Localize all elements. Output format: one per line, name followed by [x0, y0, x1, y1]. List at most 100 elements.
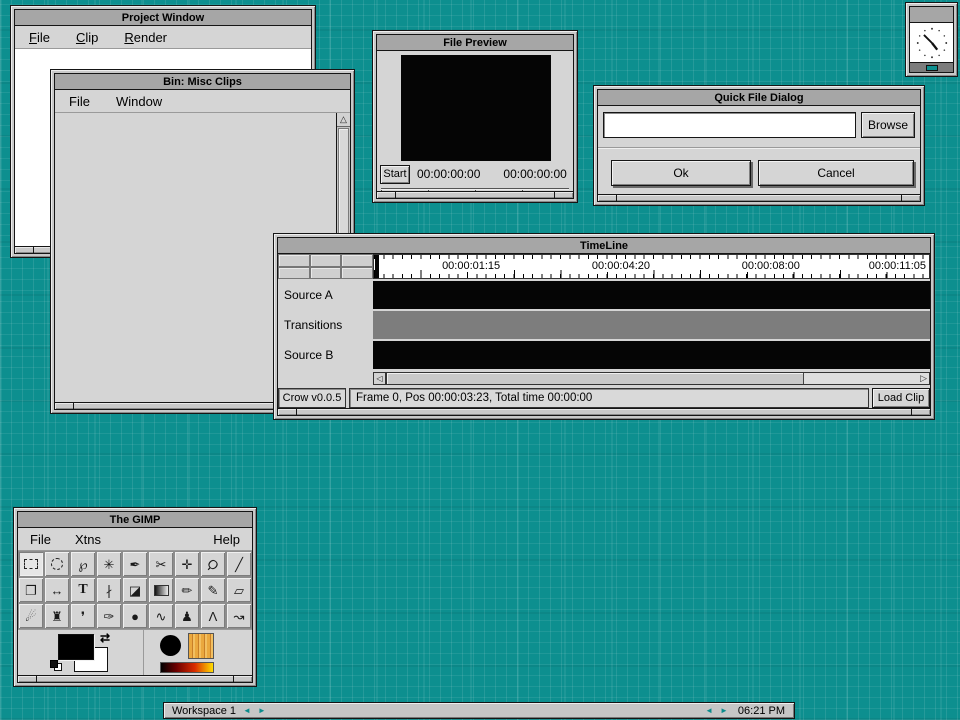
timeline-titlebar[interactable]: TimeLine: [277, 237, 931, 254]
airbrush-tool[interactable]: ☄: [18, 603, 44, 629]
workspace-next-icon[interactable]: ►: [258, 706, 266, 715]
quick-file-dialog-titlebar[interactable]: Quick File Dialog: [597, 89, 921, 106]
project-menu-clip[interactable]: Clip: [76, 30, 98, 45]
right-arrow-icon: ▷: [920, 373, 927, 384]
brush-preview[interactable]: [160, 635, 181, 656]
quick-file-dialog: Quick File Dialog Browse Ok Cancel: [593, 85, 925, 206]
foreground-color-swatch[interactable]: [58, 634, 94, 660]
flip-tool[interactable]: ↔: [44, 577, 70, 603]
bin-menu-window[interactable]: Window: [116, 94, 162, 109]
analog-clock-icon: [913, 24, 951, 62]
swap-colors-icon[interactable]: ⇄: [100, 631, 110, 645]
paintbrush-icon: ✎: [208, 584, 219, 597]
gimp-titlebar[interactable]: The GIMP: [17, 511, 253, 528]
bin-window-titlebar[interactable]: Bin: Misc Clips: [54, 73, 351, 90]
free-select-tool[interactable]: ℘: [70, 551, 96, 577]
track-source-a[interactable]: [373, 281, 930, 309]
browse-button[interactable]: Browse: [861, 112, 915, 138]
ellipse-select-tool[interactable]: [44, 551, 70, 577]
gimp-menubar: File Xtns Help: [18, 528, 252, 551]
start-button[interactable]: Start: [380, 165, 410, 184]
scissors-tool[interactable]: ✂: [148, 551, 174, 577]
transform-tool[interactable]: ❐: [18, 577, 44, 603]
track-transitions[interactable]: [373, 311, 930, 339]
file-preview-body: Start 00:00:00:00 00:00:00:00: [376, 51, 574, 192]
path-tool[interactable]: ↝: [226, 603, 252, 629]
blend-tool[interactable]: [148, 577, 174, 603]
measure-tool[interactable]: Λ: [200, 603, 226, 629]
pencil-tool[interactable]: ✏: [174, 577, 200, 603]
timeline-ruler[interactable]: 00:00:01:15 00:00:04:20 00:00:08:00 00:0…: [373, 254, 930, 279]
timeline-resize-bar[interactable]: [277, 409, 931, 416]
project-menu-file[interactable]: File: [29, 30, 50, 45]
file-preview-title: File Preview: [443, 37, 507, 49]
timeline-horizontal-scrollbar[interactable]: ◁ ▷: [373, 372, 930, 385]
up-arrow-icon: △: [340, 114, 347, 125]
dialog-separator: [598, 147, 920, 149]
clock-next-icon[interactable]: ►: [720, 706, 728, 715]
crop-tool[interactable]: ╱: [226, 551, 252, 577]
clock-widget: [905, 2, 958, 77]
project-window-titlebar[interactable]: Project Window: [14, 9, 312, 26]
text-tool[interactable]: T: [70, 577, 96, 603]
load-clip-button[interactable]: Load Clip: [872, 388, 930, 408]
playhead-marker[interactable]: [375, 255, 379, 278]
color-picker-tool[interactable]: ∤: [96, 577, 122, 603]
ruler-timecode: 00:00:08:00: [740, 260, 802, 272]
clock-handle-bar[interactable]: [909, 63, 954, 73]
gimp-menu-xtns[interactable]: Xtns: [75, 532, 101, 547]
gimp-menu-file[interactable]: File: [30, 532, 51, 547]
cancel-button[interactable]: Cancel: [758, 160, 914, 186]
clock-prev-icon[interactable]: ◄: [705, 706, 713, 715]
file-path-input[interactable]: [603, 112, 856, 138]
ruler-timecode: 00:00:01:15: [440, 260, 502, 272]
fuzzy-select-tool[interactable]: ✳: [96, 551, 122, 577]
eraser-tool[interactable]: ▱: [226, 577, 252, 603]
project-window-title: Project Window: [122, 12, 204, 24]
project-menu-render[interactable]: Render: [124, 30, 167, 45]
pattern-preview[interactable]: [188, 633, 214, 659]
track-source-b[interactable]: [373, 341, 930, 369]
timeline-button-grid[interactable]: [278, 254, 373, 279]
magnify-tool[interactable]: Ϙ: [200, 551, 226, 577]
ellipse-select-icon: [51, 558, 63, 570]
scrollbar-track[interactable]: ▷: [386, 372, 930, 385]
convolve-tool[interactable]: ❜: [70, 603, 96, 629]
xinput-airbrush-tool[interactable]: ♟: [174, 603, 200, 629]
default-colors-icon[interactable]: [50, 660, 58, 668]
track-label-source-a: Source A: [278, 281, 373, 309]
file-preview-resize-bar[interactable]: [376, 192, 574, 199]
move-tool[interactable]: ✛: [174, 551, 200, 577]
bucket-fill-tool[interactable]: ◪: [122, 577, 148, 603]
preview-in-timecode: 00:00:00:00: [417, 167, 480, 181]
gradient-preview[interactable]: [160, 662, 214, 673]
dialog-buttons-row: Ok Cancel: [598, 160, 920, 186]
magnifier-icon: Ϙ: [205, 556, 221, 572]
gimp-menu-help[interactable]: Help: [213, 532, 240, 547]
brush-pattern-area: [144, 630, 252, 675]
airbrush-icon: ☄: [25, 610, 37, 623]
scroll-up-button[interactable]: △: [337, 113, 350, 127]
paintbrush-tool[interactable]: ✎: [200, 577, 226, 603]
clock-titlebar[interactable]: [909, 6, 954, 23]
timeline-title: TimeLine: [580, 240, 628, 252]
bezier-select-tool[interactable]: ✒: [122, 551, 148, 577]
ink-tool[interactable]: ✑: [96, 603, 122, 629]
rect-select-tool[interactable]: [18, 551, 44, 577]
file-preview-titlebar[interactable]: File Preview: [376, 34, 574, 51]
workspace-prev-icon[interactable]: ◄: [243, 706, 251, 715]
bin-menu-file[interactable]: File: [69, 94, 90, 109]
rect-select-icon: [24, 559, 38, 569]
dodge-burn-tool[interactable]: ●: [122, 603, 148, 629]
slider-tick-marks: [381, 190, 569, 191]
gimp-resize-bar[interactable]: [17, 676, 253, 683]
scroll-left-button[interactable]: ◁: [373, 372, 386, 385]
scrollbar-thumb[interactable]: [387, 373, 804, 384]
ok-button[interactable]: Ok: [611, 160, 751, 186]
clone-tool[interactable]: ♜: [44, 603, 70, 629]
timeline-body: Source A Transitions Source B 00:00:01:1…: [277, 254, 931, 409]
clock-handle[interactable]: [926, 65, 938, 71]
quick-file-dialog-resize-bar[interactable]: [597, 195, 921, 202]
smudge-tool[interactable]: ∿: [148, 603, 174, 629]
compass-icon: Λ: [209, 610, 218, 623]
